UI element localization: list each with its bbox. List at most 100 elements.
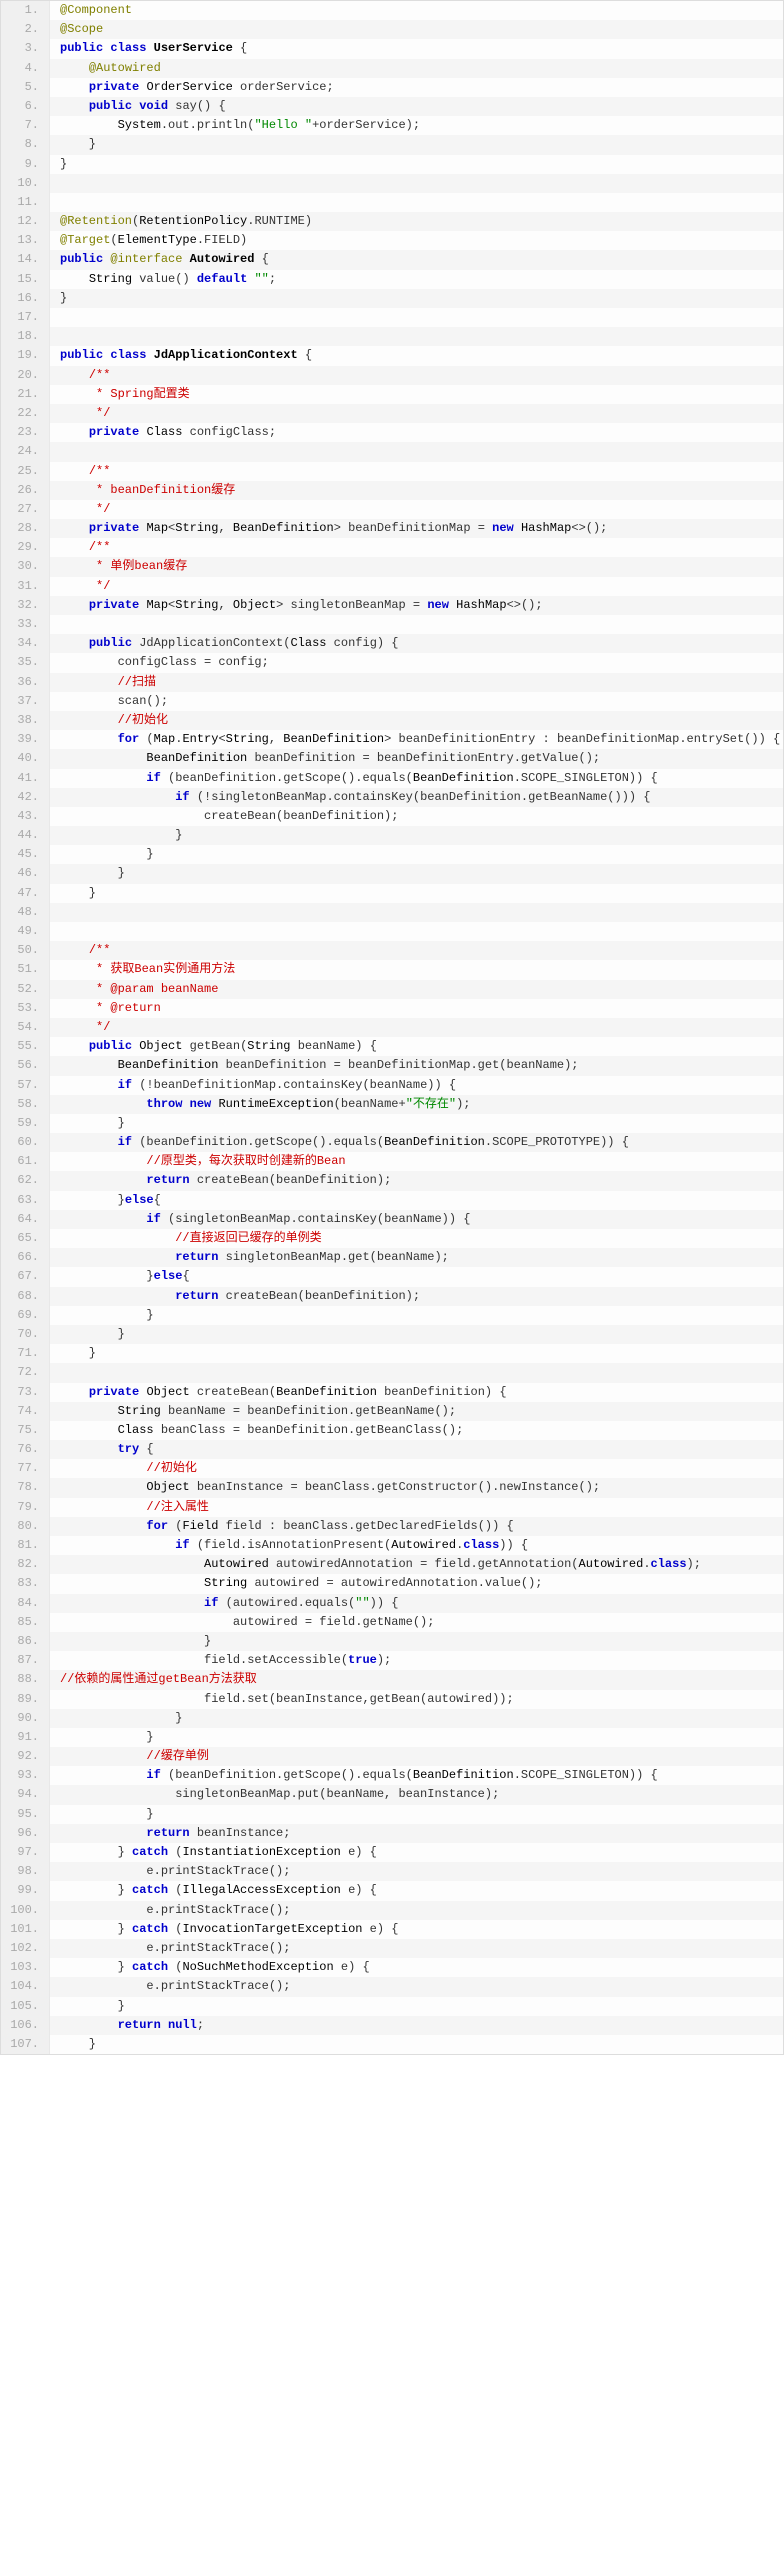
code-line: 53. * @return xyxy=(1,999,783,1018)
code-line: 68. return createBean(beanDefinition); xyxy=(1,1287,783,1306)
code-content: String value() default ""; xyxy=(50,270,783,289)
line-number: 16. xyxy=(1,289,50,308)
line-number: 33. xyxy=(1,615,50,634)
code-content: try { xyxy=(50,1440,783,1459)
line-number: 14. xyxy=(1,250,50,269)
line-number: 86. xyxy=(1,1632,50,1651)
code-content: public void say() { xyxy=(50,97,783,116)
line-number: 32. xyxy=(1,596,50,615)
line-number: 58. xyxy=(1,1095,50,1114)
code-content: }else{ xyxy=(50,1191,783,1210)
code-line: 46. } xyxy=(1,864,783,883)
line-number: 63. xyxy=(1,1191,50,1210)
line-number: 17. xyxy=(1,308,50,327)
code-line: 89. field.set(beanInstance,getBean(autow… xyxy=(1,1690,783,1709)
code-line: 75. Class beanClass = beanDefinition.get… xyxy=(1,1421,783,1440)
code-content: } xyxy=(50,1632,783,1651)
code-line: 74. String beanName = beanDefinition.get… xyxy=(1,1402,783,1421)
line-number: 61. xyxy=(1,1152,50,1171)
code-line: 61. //原型类，每次获取时创建新的Bean xyxy=(1,1152,783,1171)
code-content: return beanInstance; xyxy=(50,1824,783,1843)
line-number: 20. xyxy=(1,366,50,385)
code-content: @Retention(RetentionPolicy.RUNTIME) xyxy=(50,212,783,231)
code-line: 92. //缓存单例 xyxy=(1,1747,783,1766)
code-line: 56. BeanDefinition beanDefinition = bean… xyxy=(1,1056,783,1075)
line-number: 77. xyxy=(1,1459,50,1478)
code-line: 35. configClass = config; xyxy=(1,653,783,672)
code-line: 102. e.printStackTrace(); xyxy=(1,1939,783,1958)
line-number: 67. xyxy=(1,1267,50,1286)
line-number: 88. xyxy=(1,1670,50,1689)
code-line: 97. } catch (InstantiationException e) { xyxy=(1,1843,783,1862)
code-line: 67. }else{ xyxy=(1,1267,783,1286)
line-number: 39. xyxy=(1,730,50,749)
code-content: return singletonBeanMap.get(beanName); xyxy=(50,1248,783,1267)
code-line: 105. } xyxy=(1,1997,783,2016)
code-block: 1.@Component2.@Scope3.public class UserS… xyxy=(0,0,784,2055)
code-content: } xyxy=(50,135,783,154)
code-content: } catch (InvocationTargetException e) { xyxy=(50,1920,783,1939)
code-content: Autowired autowiredAnnotation = field.ge… xyxy=(50,1555,783,1574)
line-number: 7. xyxy=(1,116,50,135)
code-line: 91. } xyxy=(1,1728,783,1747)
line-number: 30. xyxy=(1,557,50,576)
code-line: 80. for (Field field : beanClass.getDecl… xyxy=(1,1517,783,1536)
code-line: 90. } xyxy=(1,1709,783,1728)
line-number: 4. xyxy=(1,59,50,78)
code-content: } xyxy=(50,1728,783,1747)
line-number: 49. xyxy=(1,922,50,941)
code-content: if (beanDefinition.getScope().equals(Bea… xyxy=(50,1766,783,1785)
code-line: 22. */ xyxy=(1,404,783,423)
line-number: 53. xyxy=(1,999,50,1018)
code-content: private OrderService orderService; xyxy=(50,78,783,97)
code-content: //缓存单例 xyxy=(50,1747,783,1766)
code-content xyxy=(50,615,783,634)
line-number: 52. xyxy=(1,980,50,999)
line-number: 100. xyxy=(1,1901,50,1920)
code-line: 84. if (autowired.equals("")) { xyxy=(1,1594,783,1613)
code-content: @Target(ElementType.FIELD) xyxy=(50,231,783,250)
line-number: 45. xyxy=(1,845,50,864)
code-content: } xyxy=(50,826,783,845)
code-line: 18. xyxy=(1,327,783,346)
line-number: 99. xyxy=(1,1881,50,1900)
code-content: configClass = config; xyxy=(50,653,783,672)
line-number: 5. xyxy=(1,78,50,97)
line-number: 69. xyxy=(1,1306,50,1325)
code-content: if (!beanDefinitionMap.containsKey(beanN… xyxy=(50,1076,783,1095)
line-number: 36. xyxy=(1,673,50,692)
code-line: 45. } xyxy=(1,845,783,864)
line-number: 90. xyxy=(1,1709,50,1728)
line-number: 101. xyxy=(1,1920,50,1939)
line-number: 19. xyxy=(1,346,50,365)
code-line: 25. /** xyxy=(1,462,783,481)
code-line: 76. try { xyxy=(1,1440,783,1459)
code-line: 59. } xyxy=(1,1114,783,1133)
code-content: */ xyxy=(50,1018,783,1037)
line-number: 29. xyxy=(1,538,50,557)
line-number: 98. xyxy=(1,1862,50,1881)
line-number: 107. xyxy=(1,2035,50,2054)
code-content xyxy=(50,174,783,193)
code-content xyxy=(50,327,783,346)
line-number: 105. xyxy=(1,1997,50,2016)
line-number: 83. xyxy=(1,1574,50,1593)
line-number: 73. xyxy=(1,1383,50,1402)
code-content: if (!singletonBeanMap.containsKey(beanDe… xyxy=(50,788,783,807)
code-line: 86. } xyxy=(1,1632,783,1651)
line-number: 102. xyxy=(1,1939,50,1958)
code-line: 106. return null; xyxy=(1,2016,783,2035)
line-number: 79. xyxy=(1,1498,50,1517)
code-content: }else{ xyxy=(50,1267,783,1286)
code-content: //初始化 xyxy=(50,711,783,730)
line-number: 6. xyxy=(1,97,50,116)
code-line: 47. } xyxy=(1,884,783,903)
line-number: 31. xyxy=(1,577,50,596)
code-line: 14.public @interface Autowired { xyxy=(1,250,783,269)
line-number: 66. xyxy=(1,1248,50,1267)
code-content: * 获取Bean实例通用方法 xyxy=(50,960,783,979)
code-line: 73. private Object createBean(BeanDefini… xyxy=(1,1383,783,1402)
line-number: 51. xyxy=(1,960,50,979)
line-number: 11. xyxy=(1,193,50,212)
line-number: 43. xyxy=(1,807,50,826)
